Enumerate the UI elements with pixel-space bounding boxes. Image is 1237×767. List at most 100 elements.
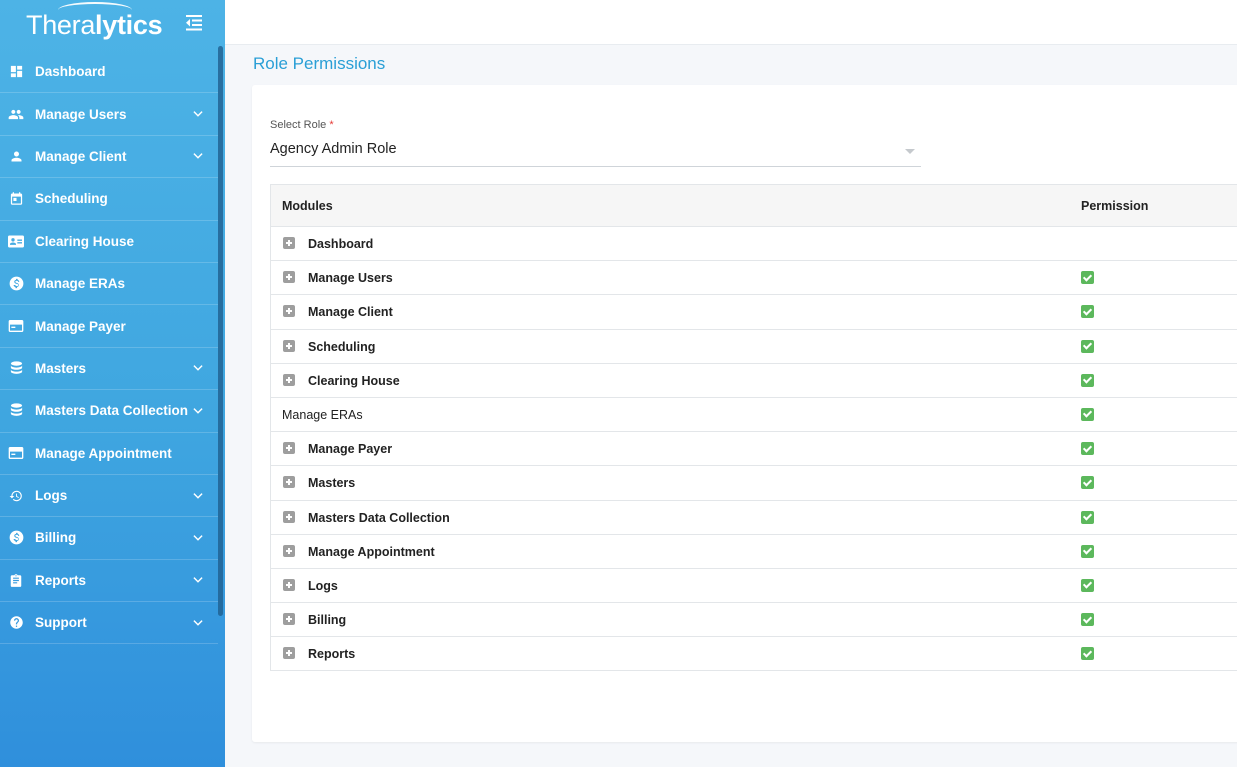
- card-icon: [8, 318, 24, 334]
- help-icon: [8, 615, 24, 631]
- chevron-down-icon[interactable]: [191, 149, 205, 163]
- sidebar-item-label: Support: [35, 615, 87, 631]
- permission-checkbox[interactable]: [1081, 373, 1094, 387]
- module-name: Clearing House: [308, 373, 400, 388]
- module-name: Logs: [308, 578, 338, 593]
- permission-checkbox[interactable]: [1081, 407, 1094, 421]
- collapse-sidebar-icon[interactable]: [184, 14, 204, 32]
- dashboard-icon: [8, 64, 24, 80]
- module-name: Manage ERAs: [282, 407, 363, 422]
- sidebar-item-label: Manage Users: [35, 106, 127, 122]
- sidebar-item-logs[interactable]: Logs: [0, 475, 218, 518]
- sidebar: Theralytics Dashboard Manage Users Manage …: [0, 0, 225, 767]
- sidebar-item-manage-users[interactable]: Manage Users: [0, 93, 218, 136]
- calendar-icon: [8, 191, 24, 207]
- expand-plus-icon[interactable]: [283, 339, 295, 352]
- permission-checkbox[interactable]: [1081, 271, 1094, 285]
- sidebar-item-manage-payer[interactable]: Manage Payer: [0, 305, 218, 348]
- module-name: Billing: [308, 613, 347, 628]
- sidebar-item-manage-eras[interactable]: Manage ERAs: [0, 263, 218, 306]
- expand-plus-icon[interactable]: [283, 544, 295, 557]
- sidebar-item-label: Clearing House: [35, 233, 135, 249]
- sidebar-item-label: Reports: [35, 572, 87, 588]
- sidebar-item-manage-appointment[interactable]: Manage Appointment: [0, 433, 218, 475]
- sidebar-item-masters[interactable]: Masters: [0, 348, 218, 391]
- permission-checkbox[interactable]: [1081, 578, 1094, 592]
- sidebar-item-billing[interactable]: Billing: [0, 517, 218, 560]
- users-icon: [8, 106, 24, 122]
- table-row: Scheduling: [271, 330, 1237, 364]
- sidebar-item-dashboard[interactable]: Dashboard: [0, 51, 218, 94]
- chevron-down-icon[interactable]: [191, 107, 205, 121]
- sidebar-item-clearing-house[interactable]: Clearing House: [0, 221, 218, 263]
- table-row: Manage Users: [271, 261, 1237, 296]
- sidebar-item-label: Masters Data Collection: [35, 403, 189, 419]
- table-row: Clearing House: [271, 364, 1237, 398]
- module-name: Manage Client: [308, 305, 393, 320]
- table-row: Masters: [271, 466, 1237, 501]
- table-row: Dashboard: [271, 227, 1237, 262]
- logo-text: Theralytics: [26, 10, 163, 40]
- module-name: Manage Users: [308, 271, 393, 286]
- table-body: Dashboard Manage Users Manage Client Schedu…: [271, 227, 1237, 672]
- sidebar-item-masters-data-collection[interactable]: Masters Data Collection: [0, 390, 218, 433]
- sidebar-item-label: Masters: [35, 360, 87, 376]
- sidebar-item-label: Manage ERAs: [35, 276, 126, 292]
- expand-plus-icon[interactable]: [283, 237, 295, 249]
- permission-checkbox[interactable]: [1081, 510, 1094, 524]
- module-name: Manage Appointment: [308, 544, 435, 559]
- expand-plus-icon[interactable]: [283, 476, 295, 489]
- module-name: Dashboard: [308, 237, 374, 251]
- sidebar-item-label: Manage Appointment: [35, 445, 172, 461]
- table-header: Modules Permission: [271, 185, 1237, 227]
- select-role-label: Select Role *: [270, 119, 334, 131]
- table-row: Manage Appointment: [271, 535, 1237, 569]
- expand-plus-icon[interactable]: [283, 305, 295, 318]
- person-icon: [8, 148, 24, 164]
- permission-checkbox[interactable]: [1081, 339, 1094, 353]
- sidebar-scrollbar[interactable]: [218, 46, 223, 616]
- dollar-icon: [8, 276, 24, 292]
- permission-checkbox[interactable]: [1081, 544, 1094, 558]
- sidebar-item-label: Scheduling: [35, 191, 108, 207]
- sidebar-item-label: Manage Client: [35, 148, 127, 164]
- expand-plus-icon[interactable]: [283, 647, 295, 660]
- database-icon: [8, 403, 24, 419]
- expand-plus-icon[interactable]: [283, 442, 295, 455]
- role-select[interactable]: Agency Admin Role: [270, 138, 921, 167]
- permission-checkbox[interactable]: [1081, 647, 1094, 661]
- chevron-down-icon[interactable]: [191, 616, 205, 630]
- expand-plus-icon[interactable]: [283, 271, 295, 284]
- sidebar-item-reports[interactable]: Reports: [0, 560, 218, 603]
- table-row: Billing: [271, 603, 1237, 638]
- expand-plus-icon[interactable]: [283, 613, 295, 626]
- sidebar-item-support[interactable]: Support: [0, 602, 218, 645]
- chevron-down-icon[interactable]: [191, 404, 205, 418]
- permissions-table: Modules Permission Dashboard Manage Users…: [270, 184, 1237, 672]
- chevron-down-icon[interactable]: [191, 573, 205, 587]
- header-modules: Modules: [282, 199, 333, 213]
- permission-checkbox[interactable]: [1081, 476, 1094, 490]
- sidebar-item-scheduling[interactable]: Scheduling: [0, 178, 218, 221]
- dropdown-caret-icon: [905, 149, 915, 154]
- sidebar-item-label: Dashboard: [35, 64, 106, 80]
- table-row: Manage ERAs: [271, 398, 1237, 433]
- chevron-down-icon[interactable]: [191, 531, 205, 545]
- sidebar-item-manage-client[interactable]: Manage Client: [0, 136, 218, 179]
- chevron-down-icon[interactable]: [191, 489, 205, 503]
- history-icon: [8, 488, 24, 504]
- expand-plus-icon[interactable]: [283, 578, 295, 591]
- chevron-down-icon[interactable]: [191, 361, 205, 375]
- permission-checkbox[interactable]: [1081, 442, 1094, 456]
- permission-checkbox[interactable]: [1081, 305, 1094, 319]
- table-row: Masters Data Collection: [271, 501, 1237, 535]
- expand-plus-icon[interactable]: [283, 373, 295, 386]
- permission-checkbox[interactable]: [1081, 613, 1094, 627]
- role-select-value: Agency Admin Role: [270, 141, 397, 157]
- sidebar-item-label: Billing: [35, 530, 77, 546]
- module-name: Masters Data Collection: [308, 510, 450, 525]
- table-row: Manage Payer: [271, 432, 1237, 467]
- expand-plus-icon[interactable]: [283, 510, 295, 523]
- table-row: Manage Client: [271, 295, 1237, 330]
- clipboard-icon: [8, 572, 24, 588]
